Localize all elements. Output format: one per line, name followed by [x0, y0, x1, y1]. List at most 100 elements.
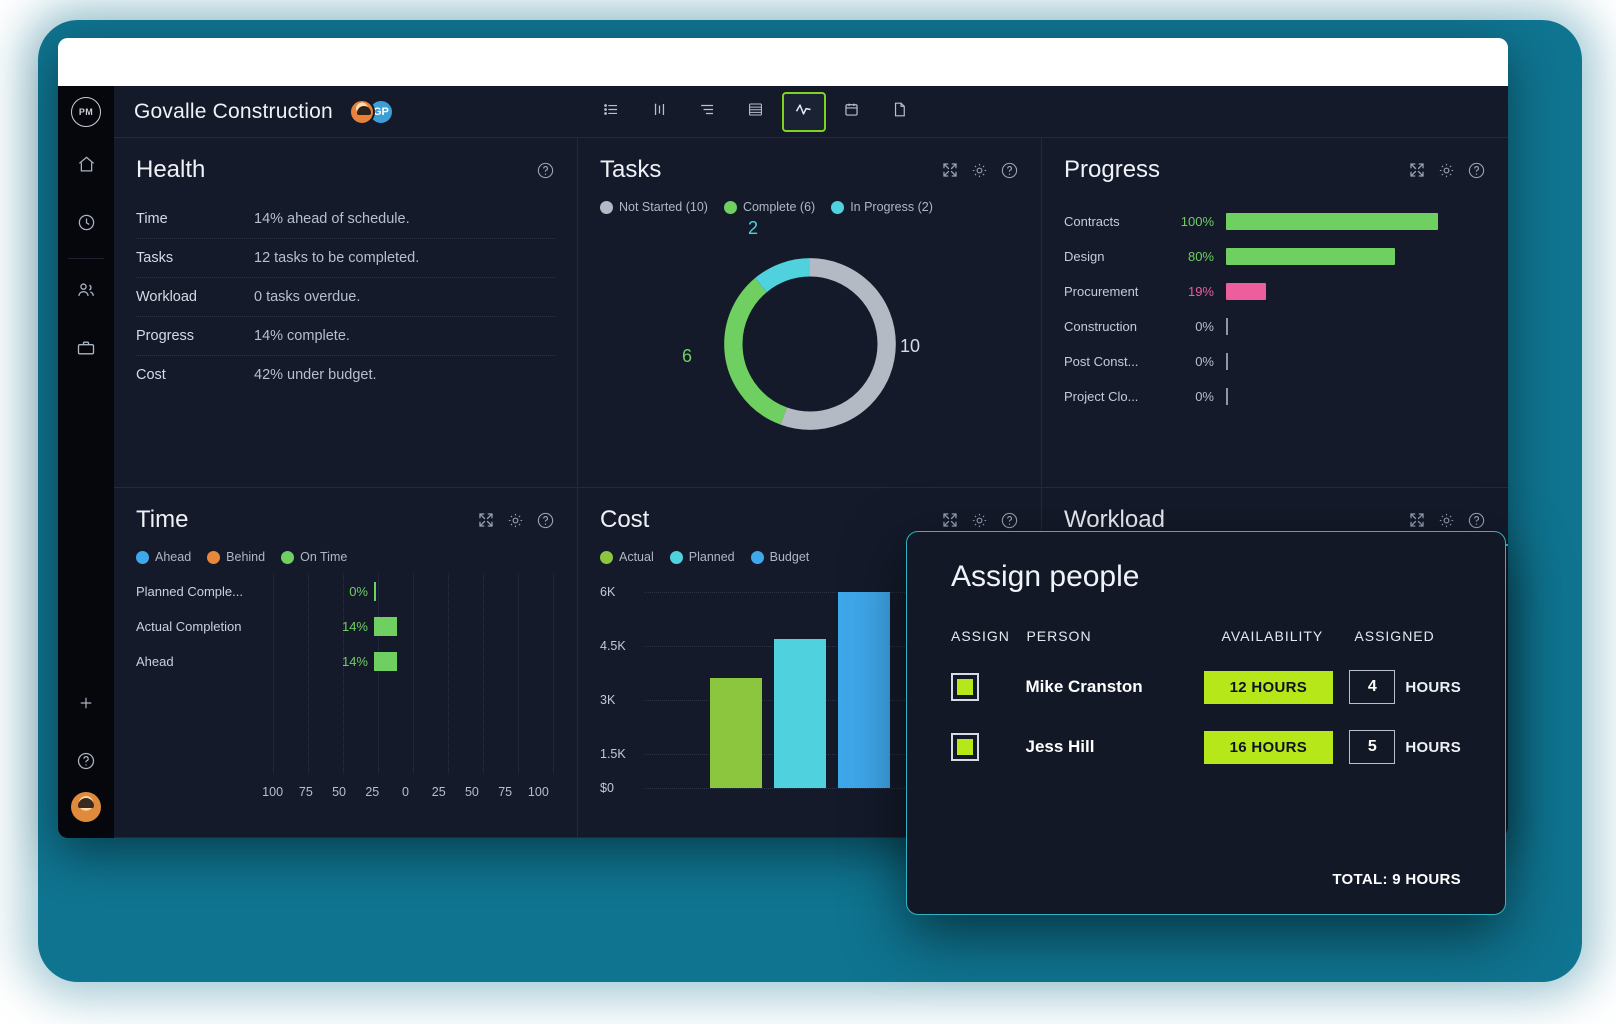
bar-planned: [774, 639, 826, 788]
progress-bar: [1226, 353, 1228, 370]
progress-value: 100%: [1180, 214, 1214, 229]
progress-bar: [1226, 318, 1228, 335]
assign-cell: [951, 673, 1025, 701]
assigned-hours-input[interactable]: 5: [1349, 730, 1396, 764]
time-axis: 100 75 50 25 0 25 50 75 100: [256, 785, 555, 799]
expand-icon[interactable]: [1408, 511, 1426, 529]
help-icon[interactable]: [1000, 161, 1019, 180]
expand-icon[interactable]: [1408, 161, 1426, 179]
expand-icon[interactable]: [941, 161, 959, 179]
health-value: 14% complete.: [254, 328, 350, 344]
time-label: Ahead: [136, 654, 174, 669]
avatar-group[interactable]: GP: [348, 98, 394, 125]
gear-icon[interactable]: [1437, 161, 1456, 180]
panel-health: Health Time 14% ahead of schedule. Tasks…: [114, 138, 578, 488]
time-legend: Ahead Behind On Time: [136, 550, 555, 564]
progress-value: 0%: [1195, 389, 1214, 404]
legend-label: Ahead: [155, 550, 192, 564]
axis-tick: 4.5K: [600, 639, 626, 653]
availability-cell: 16 HOURS: [1187, 730, 1349, 764]
tab-board-view[interactable]: [638, 92, 682, 132]
screenshot-stage: PM Govalle Construction GP Health Time 1…: [0, 0, 1616, 1024]
profile-avatar[interactable]: [71, 792, 101, 822]
help-icon[interactable]: [1467, 161, 1486, 180]
axis-tick: 100: [262, 785, 284, 799]
progress-bar: [1226, 213, 1438, 230]
table-row: Planned Comple... 0%: [136, 574, 555, 609]
assign-cell: [951, 733, 1025, 761]
app-logo[interactable]: PM: [58, 86, 114, 138]
sidebar-item-help[interactable]: [58, 734, 114, 792]
sidebar-item-portfolio[interactable]: [58, 321, 114, 379]
tab-file-view[interactable]: [878, 92, 922, 132]
legend-item: Planned: [669, 550, 735, 564]
question-circle-icon: [76, 751, 96, 776]
time-label: Planned Comple...: [136, 584, 243, 599]
bar-budget: [838, 592, 890, 788]
tab-dashboard-view[interactable]: [781, 91, 826, 132]
legend-dot: [600, 200, 613, 214]
progress-title: Progress: [1064, 156, 1161, 183]
axis-tick: 0: [402, 785, 409, 799]
axis-tick: 50: [332, 785, 346, 799]
sidebar-item-home[interactable]: [58, 138, 114, 196]
modal-title: Assign people: [951, 560, 1140, 593]
progress-label: Construction: [1064, 319, 1137, 334]
assigned-hours-input[interactable]: 4: [1349, 670, 1396, 704]
gear-icon[interactable]: [970, 511, 989, 530]
calendar-icon: [842, 100, 861, 124]
help-icon[interactable]: [1000, 511, 1019, 530]
time-value: 0%: [349, 584, 368, 599]
axis-tick: 1.5K: [600, 747, 626, 761]
plus-icon: [77, 694, 95, 717]
help-icon[interactable]: [1467, 511, 1486, 530]
page-title: Govalle Construction: [134, 99, 333, 123]
health-value: 14% ahead of schedule.: [254, 211, 410, 227]
axis-tick: 6K: [600, 585, 616, 599]
sidebar-item-people[interactable]: [58, 263, 114, 321]
progress-header: Progress: [1064, 156, 1486, 184]
table-row: Construction 0%: [1064, 309, 1486, 344]
tab-gantt-view[interactable]: [686, 92, 730, 132]
column-header-assign: ASSIGN: [951, 628, 1010, 644]
tab-sheet-view[interactable]: [734, 92, 778, 132]
gear-icon[interactable]: [970, 161, 989, 180]
tab-list-view[interactable]: [590, 92, 634, 132]
logo-text: PM: [78, 107, 94, 117]
health-key: Tasks: [136, 250, 174, 266]
gear-icon[interactable]: [1437, 511, 1456, 530]
assign-checkbox[interactable]: [951, 733, 979, 761]
expand-icon[interactable]: [941, 511, 959, 529]
health-actions: [536, 161, 555, 180]
progress-label: Post Const...: [1064, 354, 1139, 369]
expand-icon[interactable]: [477, 511, 495, 529]
sidebar-item-add[interactable]: [58, 676, 114, 734]
legend-dot: [136, 550, 149, 564]
axis-tick: 75: [298, 785, 313, 799]
legend-label: Not Started (10): [619, 200, 708, 214]
donut-svg: [723, 258, 896, 430]
availability-badge: 12 HOURS: [1203, 670, 1334, 704]
total-hours-label: TOTAL: 9 HOURS: [1332, 871, 1461, 888]
assign-checkbox[interactable]: [951, 673, 979, 701]
progress-bar: [1226, 248, 1395, 265]
progress-value: 80%: [1187, 249, 1214, 264]
legend-label: Actual: [619, 550, 654, 564]
tasks-legend: Not Started (10) Complete (6) In Progres…: [600, 200, 1019, 214]
table-row: Project Clo... 0%: [1064, 379, 1486, 414]
table-row: Mike Cranston 12 HOURS 4 HOURS: [951, 670, 1461, 704]
legend-item: Complete (6): [723, 200, 815, 214]
axis-tick: 50: [464, 785, 479, 799]
time-title: Time: [136, 506, 189, 533]
legend-dot: [750, 550, 764, 564]
help-icon[interactable]: [536, 161, 555, 180]
table-row: Procurement 19%: [1064, 274, 1486, 309]
avatar[interactable]: [348, 98, 375, 125]
panel-progress: Progress Contracts 100% Design 80% Procu…: [1042, 138, 1508, 488]
sidebar-item-time[interactable]: [58, 196, 114, 254]
tab-calendar-view[interactable]: [830, 92, 874, 132]
time-bar: [374, 582, 376, 601]
gear-icon[interactable]: [506, 511, 525, 530]
cost-actions: [941, 511, 1019, 530]
help-icon[interactable]: [536, 511, 555, 530]
